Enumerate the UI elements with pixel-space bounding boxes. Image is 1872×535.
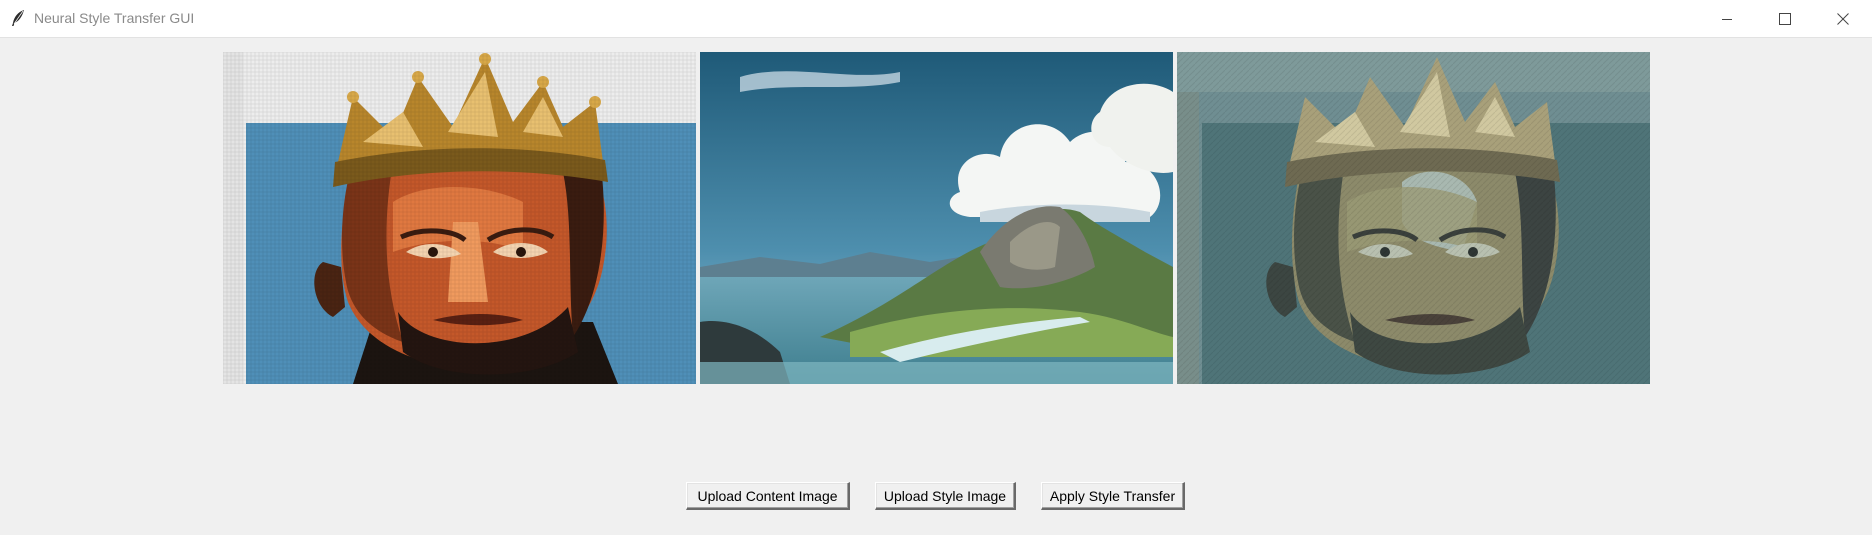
minimize-button[interactable] <box>1698 0 1756 37</box>
close-icon <box>1837 12 1849 25</box>
apply-style-transfer-button[interactable]: Apply Style Transfer <box>1041 482 1185 510</box>
maximize-button[interactable] <box>1756 0 1814 37</box>
upload-style-image-button[interactable]: Upload Style Image <box>875 482 1016 510</box>
style-image <box>700 52 1173 384</box>
stylized-result-image <box>1177 52 1650 384</box>
window-title: Neural Style Transfer GUI <box>34 10 195 26</box>
maximize-icon <box>1779 12 1791 25</box>
minimize-icon <box>1721 13 1733 25</box>
content-image <box>223 52 696 384</box>
close-button[interactable] <box>1814 0 1872 37</box>
app-window: Neural Style Transfer GUI Upload Content… <box>0 0 1872 535</box>
title-bar[interactable]: Neural Style Transfer GUI <box>0 0 1872 38</box>
upload-content-image-button[interactable]: Upload Content Image <box>686 482 850 510</box>
feather-icon <box>10 9 26 27</box>
